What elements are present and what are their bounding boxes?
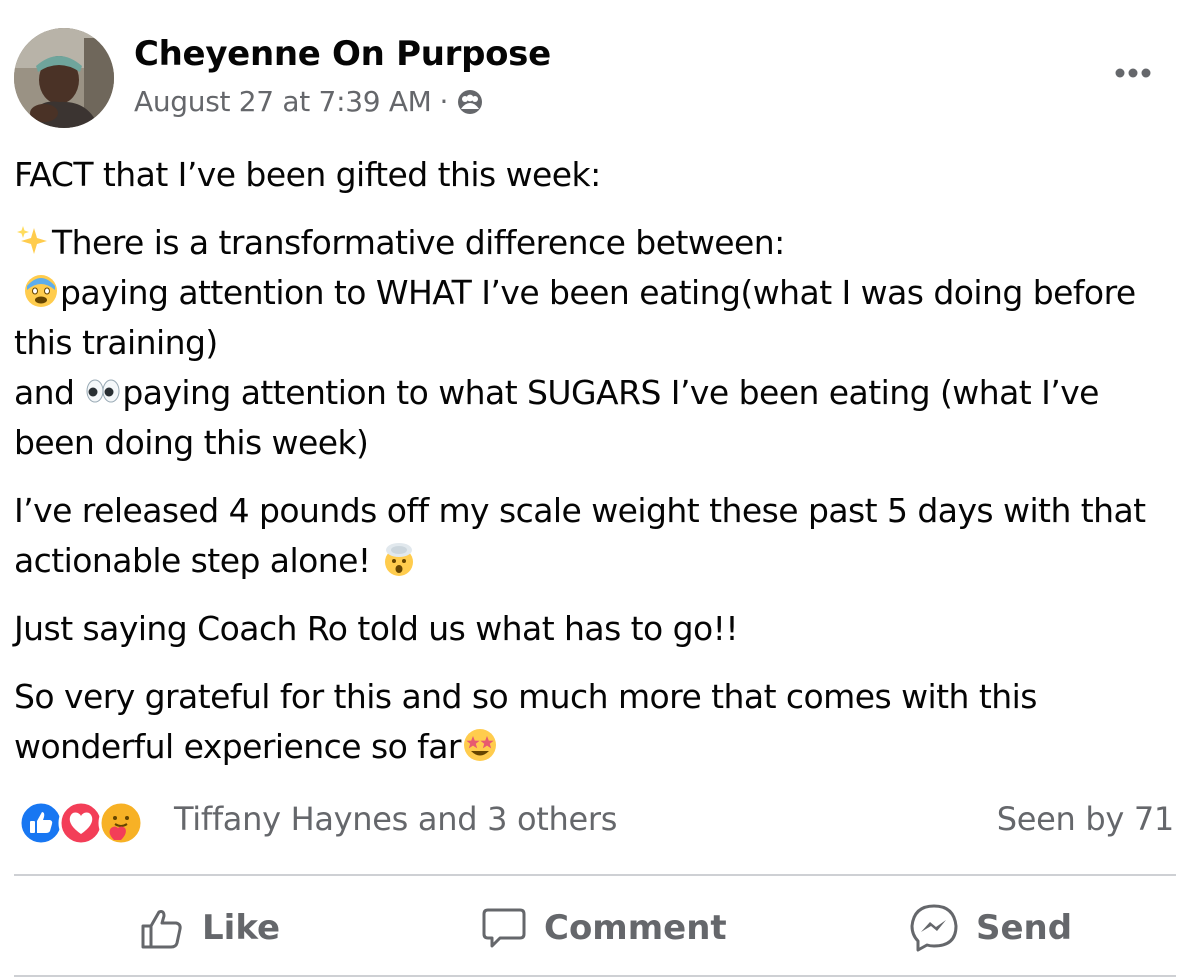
post-line: and paying attention to what SUGARS I’ve… xyxy=(14,372,1099,462)
post-meta: August 27 at 7:39 AM · xyxy=(134,85,484,118)
avatar[interactable] xyxy=(14,28,114,128)
sparkles-emoji xyxy=(14,222,52,260)
thumbs-up-icon xyxy=(141,910,182,949)
like-button[interactable]: Like xyxy=(138,896,280,960)
comment-bubble-icon xyxy=(482,908,526,948)
post-line: Just saying Coach Ro told us what has to… xyxy=(14,609,739,648)
fearful-face-emoji xyxy=(22,272,60,310)
post-line: There is a transformative difference bet… xyxy=(14,218,1186,268)
like-label: Like xyxy=(202,908,281,948)
exploding-head-emoji xyxy=(380,540,418,578)
care-reaction-icon xyxy=(98,800,144,846)
post-body: FACT that I’ve been gifted this week: Th… xyxy=(14,150,1186,772)
post-line: paying attention to WHAT I’ve been eatin… xyxy=(14,272,1136,362)
star-struck-emoji xyxy=(461,726,499,764)
divider xyxy=(14,975,1176,977)
comment-button[interactable]: Comment xyxy=(480,896,727,960)
send-button[interactable]: Send xyxy=(908,896,1072,960)
send-label: Send xyxy=(976,908,1073,948)
author-name[interactable]: Cheyenne On Purpose xyxy=(134,34,551,74)
eyes-emoji xyxy=(84,372,122,410)
group-icon[interactable] xyxy=(456,88,484,116)
meta-separator: · xyxy=(439,85,449,118)
post-timestamp[interactable]: August 27 at 7:39 AM xyxy=(134,85,432,118)
seen-count[interactable]: Seen by 71 xyxy=(997,800,1175,838)
comment-label: Comment xyxy=(544,908,727,948)
reaction-summary[interactable]: Tiffany Haynes and 3 others xyxy=(174,800,617,838)
post-line: FACT that I’ve been gifted this week: xyxy=(14,155,601,194)
more-dots-icon xyxy=(1115,68,1151,78)
more-options-button[interactable] xyxy=(1108,58,1158,88)
divider xyxy=(14,874,1176,876)
post-line: I’ve released 4 pounds off my scale weig… xyxy=(14,491,1146,580)
reaction-icons[interactable] xyxy=(18,798,144,848)
messenger-icon xyxy=(910,904,958,952)
post-line: So very grateful for this and so much mo… xyxy=(14,677,1037,766)
